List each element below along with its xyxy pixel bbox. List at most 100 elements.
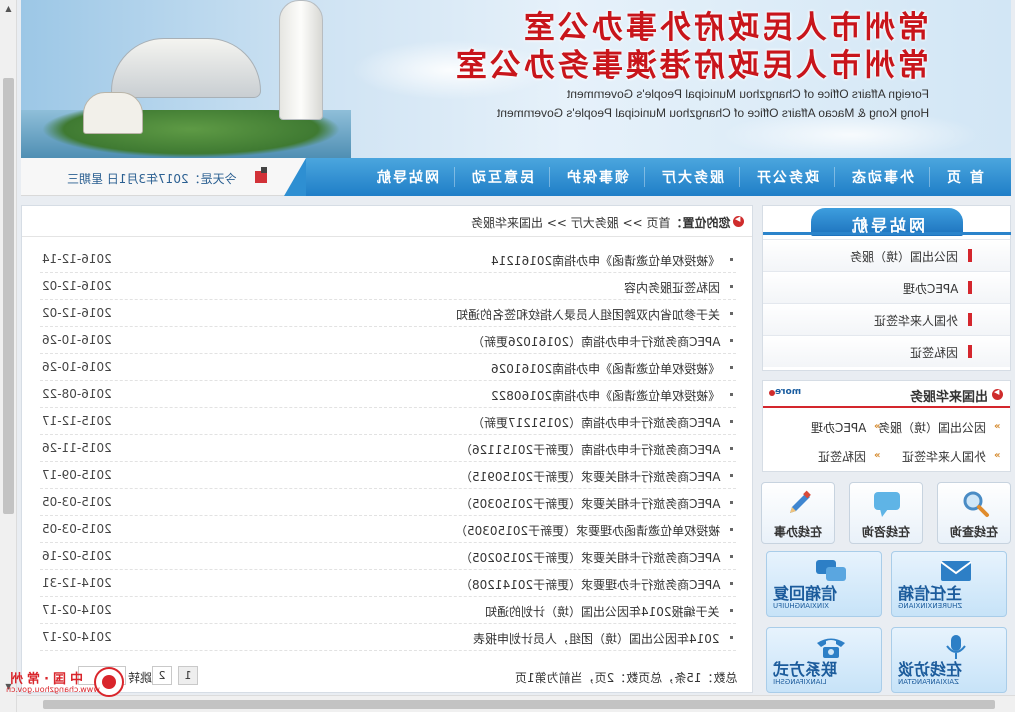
list-item[interactable]: APEC商务旅行卡申办指南（20161026更新） 2016-10-26 <box>40 327 736 354</box>
article-title[interactable]: APEC商务旅行卡相关要求（更新于20150305） <box>460 495 721 512</box>
article-title[interactable]: 《被授权单位邀请函》申办指南20160822 <box>491 387 720 404</box>
article-date: 2015-03-05 <box>42 495 112 509</box>
director-mailbox-button[interactable]: 主任信箱 ZHURENXINXIANG <box>891 551 1007 617</box>
vertical-scrollbar[interactable]: ▲ ▼ <box>0 0 17 712</box>
link-foreigner-visa[interactable]: 外国人来华签证 <box>902 448 986 465</box>
article-list-panel: 您的位置：首页 >> 服务大厅 >> 出国来华服务 《被授权单位邀请函》申办指南… <box>21 205 753 693</box>
list-item[interactable]: 《被授权单位邀请函》申办指南20161026 2016-10-26 <box>40 354 736 381</box>
list-item[interactable]: APEC商务旅行卡办理要求（更新于20141208） 2014-12-31 <box>40 570 736 597</box>
list-item[interactable]: 因私签证服务内容 2016-12-02 <box>40 273 736 300</box>
mailbox-reply-button[interactable]: 信箱回复 XINXIANGHUIFU <box>766 551 882 617</box>
list-item[interactable]: 2014年因公出国（境）团组，人员计划申报表 2014-02-17 <box>40 624 736 651</box>
list-item[interactable]: APEC商务旅行卡相关要求（更新于20150915） 2015-09-17 <box>40 462 736 489</box>
online-handle-button[interactable]: 在线办事 <box>761 482 835 544</box>
nav-item-home[interactable]: 首 页 <box>930 167 999 187</box>
pagination: 总数：15条，总页数：2页，当前为第1页 1 2 跳转 <box>40 664 740 688</box>
article-title[interactable]: 《被授权单位邀请函》申办指南20161026 <box>491 360 720 377</box>
sidenav-item-label: 因公出国（境）服务 <box>849 250 958 264</box>
nav-item-service-hall[interactable]: 服务大厅 <box>645 167 741 187</box>
banner-dome-building <box>111 38 261 98</box>
bullet-icon <box>730 501 733 504</box>
sidenav-item-label: 外国人来华签证 <box>873 314 958 328</box>
bullet-icon <box>730 474 733 477</box>
article-title[interactable]: APEC商务旅行卡申办指南（20161026更新） <box>472 333 721 350</box>
article-title[interactable]: 《被授权单位邀请函》申办指南20161214 <box>491 252 720 269</box>
sidenav-item-apec[interactable]: APEC办理 <box>763 271 1010 303</box>
article-title[interactable]: 关于参加省内双跨团组人员录入指纹和签名的通知 <box>456 306 720 323</box>
list-item[interactable]: 被授权单位邀请函办理要求（更新于20150305） 2015-03-05 <box>40 516 736 543</box>
online-consult-label: 在线咨询 <box>862 525 911 539</box>
section-arrow-icon <box>992 388 1003 400</box>
scrollbar-thumb[interactable] <box>3 78 14 514</box>
article-title[interactable]: APEC商务旅行卡办理要求（更新于20141208） <box>460 576 721 593</box>
online-interview-button[interactable]: 在线访谈 ZAIXIANFANGTAN <box>891 627 1007 693</box>
online-interview-label: 在线访谈 <box>898 660 963 679</box>
article-title[interactable]: 关于编报2014年因公出国（境）计划的通知 <box>485 603 720 620</box>
article-date: 2015-11-26 <box>42 441 112 455</box>
list-item[interactable]: 关于参加省内双跨团组人员录入指纹和签名的通知 2016-12-02 <box>40 300 736 327</box>
article-title[interactable]: APEC商务旅行卡申办指南（更新于20151126） <box>460 441 721 458</box>
marker-icon <box>968 281 972 294</box>
bullet-icon <box>730 420 733 423</box>
article-title[interactable]: APEC商务旅行卡相关要求（更新于20150205） <box>460 549 721 566</box>
nav-item-government-affairs[interactable]: 政务公开 <box>740 167 836 187</box>
article-date: 2016-12-02 <box>42 306 112 320</box>
breadcrumb-path[interactable]: 首页 >> 服务大厅 >> 出国来华服务 <box>471 216 670 230</box>
article-date: 2015-02-16 <box>42 549 112 563</box>
link-official-travel[interactable]: 因公出国（境）服务 <box>878 419 986 436</box>
bullet-icon <box>730 555 733 558</box>
contact-info-button[interactable]: 联系方式 LIANXIFANGSHI <box>766 627 882 693</box>
sidenav-item-official-travel[interactable]: 因公出国（境）服务 <box>763 239 1010 271</box>
article-date: 2016-12-14 <box>42 252 112 266</box>
list-item[interactable]: APEC商务旅行卡申办指南（更新于20151126） 2015-11-26 <box>40 435 736 462</box>
online-query-button[interactable]: 在线查询 <box>937 482 1011 544</box>
site-logo[interactable]: 中国·常州 www.changzhou.gov.cn <box>2 664 126 704</box>
article-date: 2015-12-17 <box>42 414 112 428</box>
logo-url: www.changzhou.gov.cn <box>6 685 100 694</box>
travel-services-title: 出国来华服务 <box>909 390 988 405</box>
article-title[interactable]: APEC商务旅行卡相关要求（更新于20150915） <box>460 468 721 485</box>
director-mailbox-label: 主任信箱 <box>898 584 963 603</box>
more-icon[interactable] <box>769 390 775 396</box>
site-banner: 常州市人民政府外事办公室 常州市人民政府港澳事务办公室 Foreign Affa… <box>21 0 1011 158</box>
page-1-button[interactable]: 1 <box>178 666 198 685</box>
bullet-icon <box>730 285 733 288</box>
online-interview-pinyin: ZAIXIANFANGTAN <box>898 678 959 686</box>
article-date: 2016-10-26 <box>42 333 112 347</box>
article-date: 2014-02-17 <box>42 630 112 644</box>
list-item[interactable]: APEC商务旅行卡相关要求（更新于20150305） 2015-03-05 <box>40 489 736 516</box>
list-item[interactable]: 《被授权单位邀请函》申办指南20160822 2016-08-22 <box>40 381 736 408</box>
article-list: 《被授权单位邀请函》申办指南20161214 2016-12-14 因私签证服务内… <box>40 246 736 651</box>
banner-pavilion <box>83 92 143 134</box>
sidenav-item-foreigner-visa[interactable]: 外国人来华签证 <box>763 303 1010 335</box>
scroll-up-icon[interactable]: ▲ <box>0 0 17 17</box>
article-title[interactable]: APEC商务旅行卡申办指南（20151217更新） <box>472 414 721 431</box>
online-consult-button[interactable]: 在线咨询 <box>849 482 923 544</box>
list-item[interactable]: 《被授权单位邀请函》申办指南20161214 2016-12-14 <box>40 246 736 273</box>
more-link[interactable]: more <box>775 387 801 397</box>
nav-item-news[interactable]: 外事动态 <box>835 167 931 187</box>
breadcrumb-label: 您的位置： <box>669 216 730 230</box>
list-item[interactable]: 关于编报2014年因公出国（境）计划的通知 2014-02-17 <box>40 597 736 624</box>
article-title[interactable]: 被授权单位邀请函办理要求（更新于20150305） <box>455 522 720 539</box>
link-apec[interactable]: APEC办理 <box>811 419 866 436</box>
hscrollbar-thumb[interactable] <box>43 700 995 709</box>
list-item[interactable]: APEC商务旅行卡相关要求（更新于20150205） 2015-02-16 <box>40 543 736 570</box>
article-title[interactable]: 2014年因公出国（境）团组，人员计划申报表 <box>473 630 720 647</box>
list-item[interactable]: APEC商务旅行卡申办指南（20151217更新） 2015-12-17 <box>40 408 736 435</box>
article-title[interactable]: 因私签证服务内容 <box>624 279 720 296</box>
link-private-visa[interactable]: 因私签证 <box>818 448 866 465</box>
banner-tower <box>279 0 323 120</box>
bullet-icon <box>730 393 733 396</box>
nav-item-public-interaction[interactable]: 民意互动 <box>455 167 551 187</box>
nav-item-site-navigation[interactable]: 网站导航 <box>360 167 456 187</box>
sidenav-item-private-visa[interactable]: 因私签证 <box>763 335 1010 367</box>
nav-item-consular-protection[interactable]: 领事保护 <box>550 167 646 187</box>
site-navigation-title: 网站导航 <box>849 216 926 235</box>
page-2-button[interactable]: 2 <box>152 666 172 685</box>
sidenav-item-label: 因私签证 <box>909 346 958 360</box>
breadcrumb: 您的位置：首页 >> 服务大厅 >> 出国来华服务 <box>22 206 752 237</box>
horizontal-scrollbar[interactable] <box>17 695 1015 712</box>
double-arrow-icon: » <box>873 421 880 432</box>
jump-label: 跳转 <box>128 671 153 685</box>
